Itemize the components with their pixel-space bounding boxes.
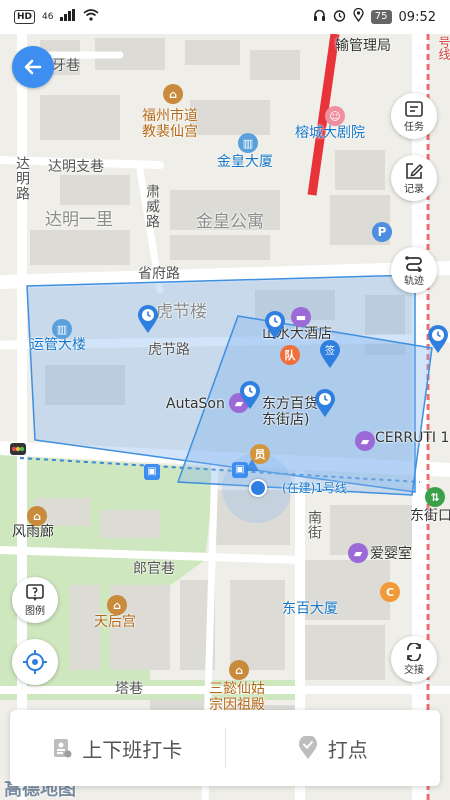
label-dongbai-tower: 东百大厦 [282, 601, 338, 617]
baby-store-icon[interactable]: ▰ [348, 543, 368, 563]
label-ta-lane: 塔巷 [115, 681, 143, 697]
alarm-icon [333, 9, 346, 26]
hotel-icon[interactable]: ▬ [291, 307, 311, 327]
records-button[interactable]: 记录 [391, 155, 437, 201]
label-langguan-lane: 郎官巷 [133, 561, 175, 577]
route-icon [405, 255, 423, 272]
tianhou-temple-icon[interactable]: ⌂ [107, 595, 127, 615]
network-indicator: 46 [42, 12, 54, 22]
tasks-label: 任务 [404, 121, 424, 133]
label-autason: AutaSon [166, 396, 225, 412]
checkpoint-label: 打点 [327, 737, 368, 762]
pavilion-icon[interactable]: ⌂ [27, 506, 47, 526]
location-status-icon [353, 7, 364, 26]
heading-arrow-icon [245, 459, 259, 471]
label-hujie-road: 虎节路 [148, 342, 190, 358]
tasks-button[interactable]: 任务 [391, 93, 437, 139]
task-pin-icon-5[interactable] [313, 388, 337, 418]
legend-label: 图例 [25, 605, 45, 617]
theater-icon[interactable]: ☺ [325, 106, 345, 126]
label-suwei-road: 肃威路 [144, 184, 160, 229]
label-shengfu-road: 省府路 [138, 266, 180, 282]
label-sanyi-shrine: 三懿仙姑 宗因祖殿 [209, 681, 265, 713]
label-dongjiekou: 东街口 [410, 508, 450, 524]
label-daming-branch-lane: 达明支巷 [48, 159, 104, 175]
back-button[interactable] [12, 46, 54, 88]
arrow-left-icon [24, 59, 42, 75]
label-hujie-building: 虎节楼 [156, 302, 207, 322]
label-tianhou-temple: 天后宫 [94, 614, 136, 630]
clock-in-label: 上下班打卡 [82, 737, 183, 762]
bottom-action-bar: 上下班打卡 打点 [10, 710, 440, 786]
label-daming-yili: 达明一里 [45, 210, 113, 230]
headset-icon [313, 9, 326, 26]
wifi-icon [83, 9, 99, 25]
locate-button[interactable] [12, 639, 58, 685]
shopping-bag-icon-2[interactable]: ▰ [355, 431, 375, 451]
handover-label: 交接 [404, 664, 424, 676]
status-bar: HD 46 75 09:52 [0, 0, 450, 34]
legend-button[interactable]: 图例 [12, 577, 58, 623]
status-right: 75 09:52 [313, 7, 436, 26]
current-location-marker [249, 479, 267, 497]
bus-stop-icon[interactable]: ▣ [144, 464, 160, 480]
location-check-icon [298, 736, 317, 759]
c-store-icon[interactable]: C [380, 582, 400, 602]
label-fengyulang: 风雨廊 [12, 524, 54, 540]
label-dongfang-dept: 东方百货 东街店) [262, 396, 318, 428]
label-jinhuang-apartment: 金皇公寓 [196, 212, 264, 232]
label-jinhuang-tower: 金皇大厦 [217, 154, 273, 170]
label-yaxiang: 牙巷 [52, 58, 80, 74]
clock-in-button[interactable]: 上下班打卡 [10, 710, 225, 786]
pencil-edit-icon [406, 162, 424, 179]
building-icon[interactable]: ▥ [238, 133, 258, 153]
task-pin-icon-4[interactable] [238, 380, 262, 410]
handover-button[interactable]: 交接 [391, 636, 437, 682]
label-aiying: 爱婴室 [370, 546, 412, 562]
traffic-light-icon [10, 443, 26, 455]
task-pin-icon-2[interactable] [263, 310, 287, 340]
svg-text:签: 签 [325, 344, 335, 357]
team-badge-icon[interactable]: 队 [280, 345, 300, 365]
track-button[interactable]: 轨迹 [391, 247, 437, 293]
hd-indicator: HD [14, 10, 36, 24]
label-transport-bureau: 输管理局 [335, 38, 391, 54]
id-card-icon [54, 739, 72, 758]
label-yunguan-tower: 运管大楼 [30, 337, 86, 353]
signal-icon [60, 9, 76, 25]
task-pin-icon[interactable] [136, 304, 160, 334]
records-label: 记录 [404, 183, 424, 195]
help-icon [26, 583, 44, 601]
label-daming-road: 达明路 [14, 156, 30, 201]
status-left: HD 46 [14, 9, 99, 25]
signin-pin-icon[interactable]: 签 [318, 339, 342, 369]
map-view[interactable]: 牙巷 输管理局 号线 福州市道 教裴仙宫 榕城大剧院 金皇大厦 达明支巷 达明路… [0, 34, 450, 800]
shrine-icon[interactable]: ⌂ [229, 660, 249, 680]
track-label: 轨迹 [404, 275, 424, 287]
task-list-icon [405, 100, 423, 117]
status-time: 09:52 [398, 9, 436, 25]
temple-icon[interactable]: ⌂ [163, 84, 183, 104]
checkpoint-button[interactable]: 打点 [226, 710, 441, 786]
office-building-icon[interactable]: ▥ [52, 319, 72, 339]
metro-station-icon[interactable]: ⇅ [425, 487, 445, 507]
crosshair-icon [23, 650, 47, 674]
swap-icon [407, 642, 421, 661]
label-fuzhou-temple: 福州市道 教裴仙宫 [142, 108, 198, 140]
label-nanjie: 南街 [306, 510, 322, 540]
team-badge-label: 队 [284, 349, 296, 362]
battery-indicator: 75 [370, 10, 392, 24]
label-metro-station: (在建)1号线 [282, 481, 347, 495]
label-cerruti: CERRUTI 1 [375, 430, 450, 446]
label-metro-fragment: 号线 [437, 36, 450, 60]
label-rongcheng-theater: 榕城大剧院 [295, 125, 365, 141]
task-pin-icon-3[interactable] [426, 324, 450, 354]
parking-icon[interactable]: P [372, 222, 392, 242]
